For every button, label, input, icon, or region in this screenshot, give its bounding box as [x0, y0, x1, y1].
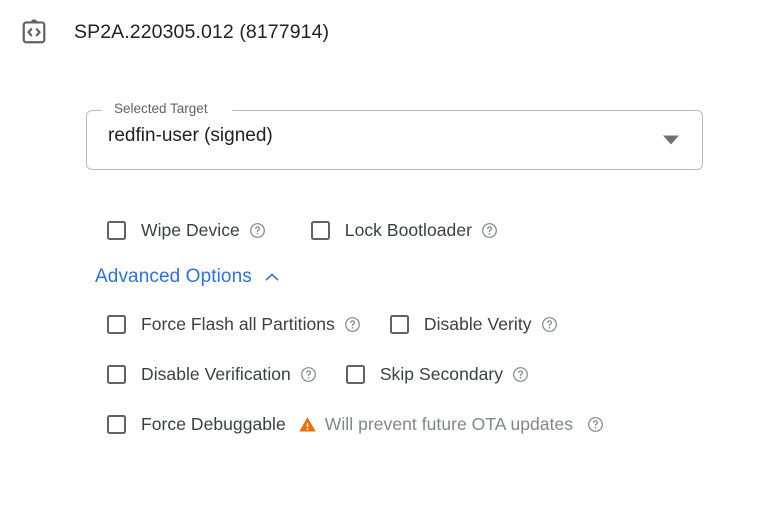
option-disable-verity[interactable]: Disable Verity [369, 314, 558, 335]
checkbox-disable-verity[interactable] [389, 314, 409, 334]
help-circle-icon[interactable] [512, 366, 529, 383]
checkbox-skip-secondary[interactable] [345, 364, 365, 384]
checkbox-lock-bootloader[interactable] [310, 220, 330, 240]
advanced-options-label[interactable]: Advanced Options [95, 266, 252, 288]
checkbox-disable-verification[interactable] [107, 364, 126, 384]
advanced-options-row-2: Disable Verification Skip Secondary [86, 349, 746, 399]
checkbox-wipe-device[interactable] [107, 220, 126, 240]
select-label: Selected Target [110, 101, 212, 117]
advanced-options-row-3: Force Debuggable Will prevent future OTA… [86, 399, 746, 449]
checkbox-force-debuggable[interactable] [107, 414, 126, 434]
label-disable-verification: Disable Verification [141, 363, 291, 384]
label-skip-secondary: Skip Secondary [379, 363, 504, 384]
label-force-debuggable: Force Debuggable [141, 413, 286, 434]
chevron-down-icon[interactable] [663, 135, 679, 145]
warning-triangle-icon [299, 416, 316, 432]
label-force-flash-all-partitions: Force Flash all Partitions [141, 313, 335, 334]
page-title: SP2A.220305.012 (8177914) [74, 20, 330, 43]
option-force-debuggable[interactable]: Force Debuggable Will prevent future OTA… [86, 414, 604, 435]
help-circle-icon[interactable] [344, 316, 361, 333]
option-wipe-device[interactable]: Wipe Device [86, 220, 266, 241]
checkbox-force-flash-all-partitions[interactable] [107, 314, 126, 334]
selected-target-select[interactable]: Selected Target redfin-user (signed) [86, 101, 703, 170]
page-header: SP2A.220305.012 (8177914) [0, 0, 329, 64]
label-disable-verity: Disable Verity [423, 313, 532, 334]
option-disable-verification[interactable]: Disable Verification [86, 364, 317, 385]
flash-options: Wipe Device Lock Bootloader Advanced Opt… [86, 205, 746, 449]
help-circle-icon[interactable] [249, 222, 266, 239]
force-debuggable-warning-text: Will prevent future OTA updates [324, 413, 574, 434]
advanced-options-toggle[interactable]: Advanced Options [86, 255, 746, 299]
chevron-up-icon[interactable] [262, 267, 282, 287]
label-wipe-device: Wipe Device [141, 219, 240, 240]
help-circle-icon[interactable] [481, 222, 498, 239]
help-circle-icon[interactable] [587, 416, 604, 433]
option-skip-secondary[interactable]: Skip Secondary [325, 364, 529, 385]
label-lock-bootloader: Lock Bootloader [344, 219, 473, 240]
advanced-options-row-1: Force Flash all Partitions Disable Verit… [86, 299, 746, 349]
option-lock-bootloader[interactable]: Lock Bootloader [290, 220, 498, 241]
select-value: redfin-user (signed) [108, 125, 273, 146]
help-circle-icon[interactable] [541, 316, 558, 333]
build-code-clipboard-icon [22, 19, 46, 44]
help-circle-icon[interactable] [300, 366, 317, 383]
basic-options-row: Wipe Device Lock Bootloader [86, 205, 746, 255]
option-force-flash-all-partitions[interactable]: Force Flash all Partitions [86, 314, 361, 335]
